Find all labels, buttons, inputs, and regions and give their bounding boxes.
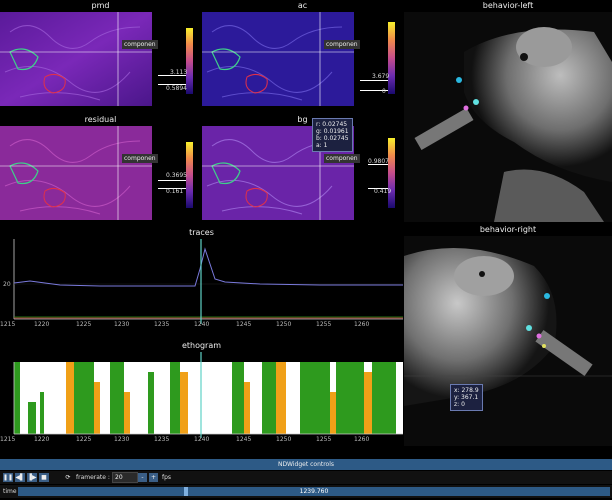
traces-xtick-9: 1260	[354, 321, 370, 328]
ethogram-xtick-6: 1245	[236, 436, 252, 443]
ac-colorbar	[388, 22, 395, 94]
residual-component-label[interactable]: componen	[122, 154, 158, 163]
ac-heatmap[interactable]	[202, 12, 354, 106]
behavior-left-video[interactable]	[404, 12, 612, 222]
ethogram-xtick-4: 1235	[154, 436, 170, 443]
pmd-component-label[interactable]: componen	[122, 40, 158, 49]
time-row: time 1239.760	[0, 485, 612, 498]
pause-button[interactable]: ❚❚	[3, 473, 13, 482]
framerate-decrement-button[interactable]: -	[138, 473, 147, 482]
bg-title: bg	[297, 115, 308, 124]
time-slider-track[interactable]: 1239.760	[18, 487, 610, 496]
traces-xtick-2: 1225	[76, 321, 92, 328]
ethogram-plot[interactable]	[0, 352, 403, 438]
bg-cbar-min: 0.419	[374, 188, 392, 195]
bg-colorbar	[388, 138, 395, 208]
ac-cbar-max: 3.679	[372, 73, 390, 80]
bg-panel: bg componen 0.9807 0.419 r: 0.02745 g: 0…	[202, 114, 403, 232]
traces-title: traces	[189, 228, 214, 237]
framerate-input[interactable]: 20	[112, 472, 138, 483]
pmd-cbar-max: 3.113	[170, 69, 188, 76]
residual-panel: residual componen 0.3695 0.161	[0, 114, 201, 232]
pmd-colorbar	[186, 28, 193, 94]
behavior-right-title: behavior-right	[479, 225, 537, 234]
ethogram-xtick-9: 1260	[354, 436, 370, 443]
ethogram-xtick-8: 1255	[316, 436, 332, 443]
pixel-value-tooltip: r: 0.02745 g: 0.01961 b: 0.02745 a: 1	[312, 118, 353, 152]
framerate-label: framerate :	[76, 474, 110, 481]
ethogram-panel: ethogram 1215 1220 1225 1230 1235 1240 1…	[0, 340, 403, 450]
pmd-heatmap[interactable]	[0, 12, 152, 106]
traces-ytick: 20	[3, 281, 11, 288]
residual-cbar-max: 0.3695	[166, 172, 187, 179]
ethogram-xtick-2: 1225	[76, 436, 92, 443]
traces-xtick-4: 1235	[154, 321, 170, 328]
ac-title: ac	[297, 1, 308, 10]
ac-cbar-min: 0	[382, 88, 386, 95]
traces-xtick-3: 1230	[114, 321, 130, 328]
traces-xtick-1: 1220	[34, 321, 50, 328]
pmd-cbar-min: 0.5894	[166, 85, 187, 92]
fps-label: fps	[162, 474, 172, 481]
behavior-right-video[interactable]	[404, 236, 612, 446]
loop-icon[interactable]: ⟳	[63, 473, 73, 482]
ac-panel: ac componen 3.679 0	[202, 0, 403, 118]
ethogram-xtick-7: 1250	[276, 436, 292, 443]
traces-xtick-0: 1215	[0, 321, 16, 328]
ac-component-label[interactable]: componen	[324, 40, 360, 49]
traces-xtick-7: 1250	[276, 321, 292, 328]
coordinate-tooltip: x: 278.9 y: 367.1 z: 0	[450, 384, 483, 411]
ethogram-xtick-1: 1220	[34, 436, 50, 443]
behavior-left-title: behavior-left	[482, 1, 534, 10]
ethogram-xtick-0: 1215	[0, 436, 16, 443]
pmd-title: pmd	[91, 1, 110, 10]
pmd-panel: pmd componen 3.113 0.5894	[0, 0, 201, 118]
ethogram-title: ethogram	[181, 341, 222, 350]
stop-button[interactable]: ■	[39, 473, 49, 482]
behavior-right-panel: behavior-right x: 278.9 y: 367.1 z: 0	[404, 224, 612, 446]
traces-plot[interactable]	[0, 239, 403, 329]
bg-component-label[interactable]: componen	[324, 154, 360, 163]
residual-cbar-min: 0.161	[166, 188, 184, 195]
behavior-left-panel: behavior-left	[404, 0, 612, 224]
traces-panel: traces 20 1215 1220 1225 1230 1235 1240 …	[0, 227, 403, 337]
residual-title: residual	[84, 115, 117, 124]
ndwidget-controls-header[interactable]: NDWidget controls	[0, 459, 612, 470]
ethogram-xtick-5: 1240	[194, 436, 210, 443]
playback-row: ❚❚ ◀▌ ▐▶ ■ ⟳ framerate : 20 - + fps	[0, 471, 612, 484]
step-forward-button[interactable]: ▐▶	[27, 473, 37, 482]
traces-xtick-5: 1240	[194, 321, 210, 328]
ethogram-xtick-3: 1230	[114, 436, 130, 443]
time-value: 1239.760	[299, 488, 329, 495]
framerate-increment-button[interactable]: +	[149, 473, 158, 482]
traces-xtick-6: 1245	[236, 321, 252, 328]
time-label: time	[3, 488, 17, 495]
residual-heatmap[interactable]	[0, 126, 152, 220]
residual-colorbar	[186, 142, 193, 208]
bg-cbar-max: 0.9807	[368, 158, 389, 165]
step-back-button[interactable]: ◀▌	[15, 473, 25, 482]
traces-xtick-8: 1255	[316, 321, 332, 328]
